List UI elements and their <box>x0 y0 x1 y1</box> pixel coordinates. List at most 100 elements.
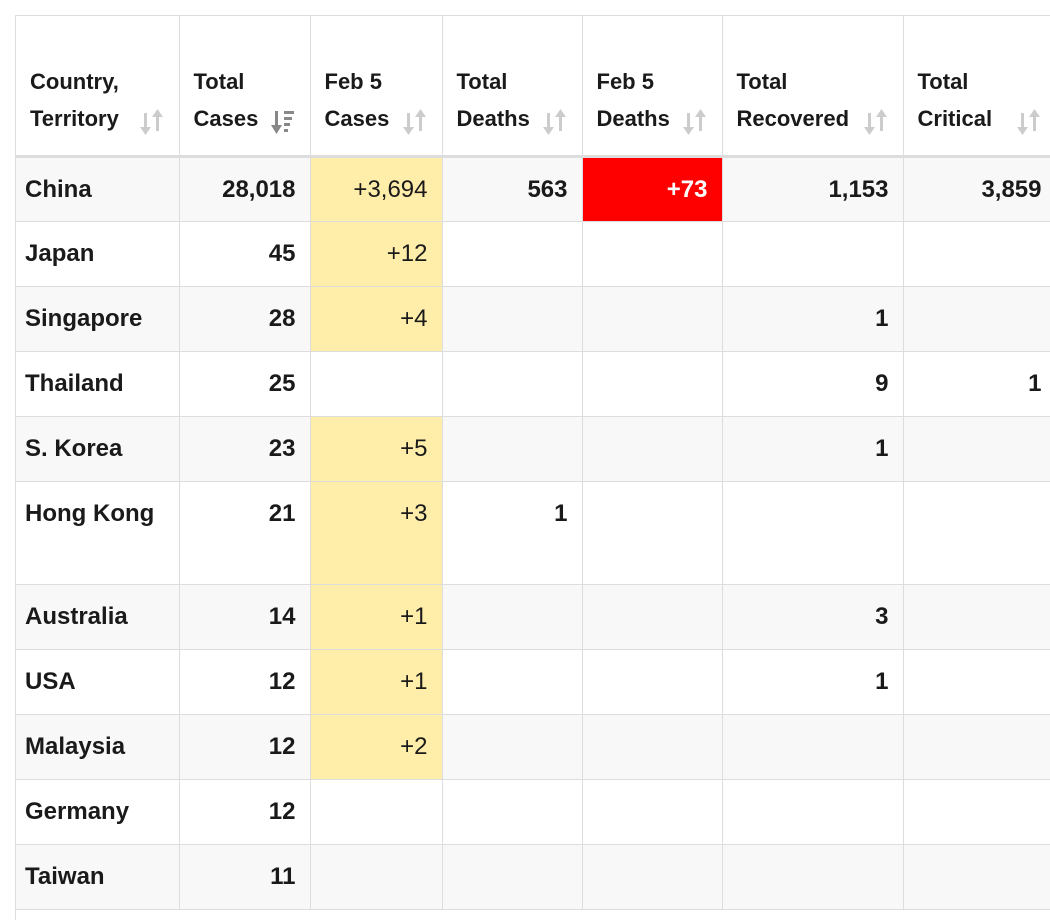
total-deaths-cell: 563 <box>442 156 583 222</box>
total-deaths-cell: 1 <box>442 481 583 585</box>
table-row: Germany 12 <box>16 779 1050 845</box>
country-cell: Hong Kong <box>16 481 180 585</box>
table-row: USA 12 +1 1 <box>16 649 1050 715</box>
header-new-cases[interactable]: Feb 5 Cases <box>310 16 443 158</box>
total-deaths-cell <box>442 714 583 780</box>
table-row: Hong Kong 21 +3 1 <box>16 481 1050 585</box>
total-deaths-cell <box>442 416 583 482</box>
total-deaths-cell <box>442 649 583 715</box>
total-cases-cell: 21 <box>179 481 311 585</box>
new-cases-cell <box>310 351 443 417</box>
country-cell: USA <box>16 649 180 715</box>
new-deaths-cell <box>582 779 723 845</box>
total-deaths-cell <box>442 286 583 352</box>
country-cell: S. Korea <box>16 416 180 482</box>
total-recovered-cell: 3 <box>722 584 904 650</box>
header-country[interactable]: Country, Territory <box>16 16 180 158</box>
total-cases-cell: 45 <box>179 221 311 287</box>
header-line2: Cases <box>193 105 259 131</box>
table-row: Malaysia 12 +2 <box>16 714 1050 780</box>
header-line2: Deaths <box>596 105 670 131</box>
sort-icon[interactable] <box>139 107 165 137</box>
total-recovered-cell <box>722 714 904 780</box>
sort-icon[interactable] <box>542 107 568 137</box>
table-row: Australia 14 +1 3 <box>16 584 1050 650</box>
header-line1: Total <box>456 68 508 94</box>
total-recovered-cell <box>722 779 904 845</box>
total-critical-cell <box>903 714 1050 780</box>
total-critical-cell <box>903 481 1050 585</box>
new-deaths-cell <box>582 286 723 352</box>
new-cases-cell <box>310 844 443 910</box>
total-critical-cell <box>903 416 1050 482</box>
total-deaths-cell <box>442 584 583 650</box>
header-line2: Critical <box>917 105 993 131</box>
cases-table: Country, Territory Total Cases Feb 5 Cases … <box>16 16 1050 910</box>
header-total-deaths[interactable]: Total Deaths <box>442 16 583 158</box>
sort-icon[interactable] <box>863 107 889 137</box>
total-recovered-cell: 1 <box>722 416 904 482</box>
sort-icon[interactable] <box>682 107 708 137</box>
total-cases-cell: 14 <box>179 584 311 650</box>
total-cases-cell: 23 <box>179 416 311 482</box>
new-cases-cell: +1 <box>310 584 443 650</box>
total-critical-cell <box>903 286 1050 352</box>
new-cases-cell: +4 <box>310 286 443 352</box>
header-new-deaths[interactable]: Feb 5 Deaths <box>582 16 723 158</box>
total-critical-cell <box>903 779 1050 845</box>
new-deaths-cell: +73 <box>582 156 723 222</box>
country-cell: Thailand <box>16 351 180 417</box>
header-row: Country, Territory Total Cases Feb 5 Cases … <box>16 16 1050 158</box>
total-recovered-cell: 9 <box>722 351 904 417</box>
header-line1: Total <box>193 68 245 94</box>
header-line2: Deaths <box>456 105 530 131</box>
table-row: S. Korea 23 +5 1 <box>16 416 1050 482</box>
header-total-cases[interactable]: Total Cases <box>179 16 311 158</box>
country-cell: China <box>16 156 180 222</box>
total-cases-cell: 28 <box>179 286 311 352</box>
country-cell: Taiwan <box>16 844 180 910</box>
total-cases-cell: 25 <box>179 351 311 417</box>
new-cases-cell: +2 <box>310 714 443 780</box>
header-line1: Feb 5 <box>324 68 382 94</box>
header-total-critical[interactable]: Total Critical <box>903 16 1050 158</box>
new-cases-cell: +5 <box>310 416 443 482</box>
country-cell: Singapore <box>16 286 180 352</box>
new-cases-cell: +12 <box>310 221 443 287</box>
header-line2: Cases <box>324 105 390 131</box>
total-recovered-cell: 1 <box>722 286 904 352</box>
data-table-frame: Country, Territory Total Cases Feb 5 Cases … <box>15 15 1050 920</box>
total-recovered-cell <box>722 481 904 585</box>
new-deaths-cell <box>582 416 723 482</box>
table-row: Singapore 28 +4 1 <box>16 286 1050 352</box>
header-total-recovered[interactable]: Total Recovered <box>722 16 904 158</box>
total-cases-cell: 11 <box>179 844 311 910</box>
total-deaths-cell <box>442 221 583 287</box>
total-deaths-cell <box>442 844 583 910</box>
header-line1: Total <box>736 68 788 94</box>
total-recovered-cell: 1 <box>722 649 904 715</box>
country-cell: Japan <box>16 221 180 287</box>
new-deaths-cell <box>582 714 723 780</box>
total-critical-cell: 3,859 <box>903 156 1050 222</box>
new-deaths-cell <box>582 221 723 287</box>
header-line2: Territory <box>30 105 119 131</box>
new-deaths-cell <box>582 481 723 585</box>
total-cases-cell: 28,018 <box>179 156 311 222</box>
sort-icon[interactable] <box>402 107 428 137</box>
new-deaths-cell <box>582 351 723 417</box>
total-deaths-cell <box>442 779 583 845</box>
total-critical-cell <box>903 844 1050 910</box>
header-line1: Feb 5 <box>596 68 654 94</box>
new-cases-cell: +3 <box>310 481 443 585</box>
header-line1: Country, <box>30 68 119 94</box>
total-recovered-cell: 1,153 <box>722 156 904 222</box>
total-cases-cell: 12 <box>179 714 311 780</box>
table-row: Taiwan 11 <box>16 844 1050 910</box>
total-deaths-cell <box>442 351 583 417</box>
sort-desc-icon[interactable] <box>270 107 296 137</box>
total-critical-cell <box>903 649 1050 715</box>
new-deaths-cell <box>582 844 723 910</box>
sort-icon[interactable] <box>1016 107 1042 137</box>
table-row: China 28,018 +3,694 563 +73 1,153 3,859 <box>16 156 1050 222</box>
